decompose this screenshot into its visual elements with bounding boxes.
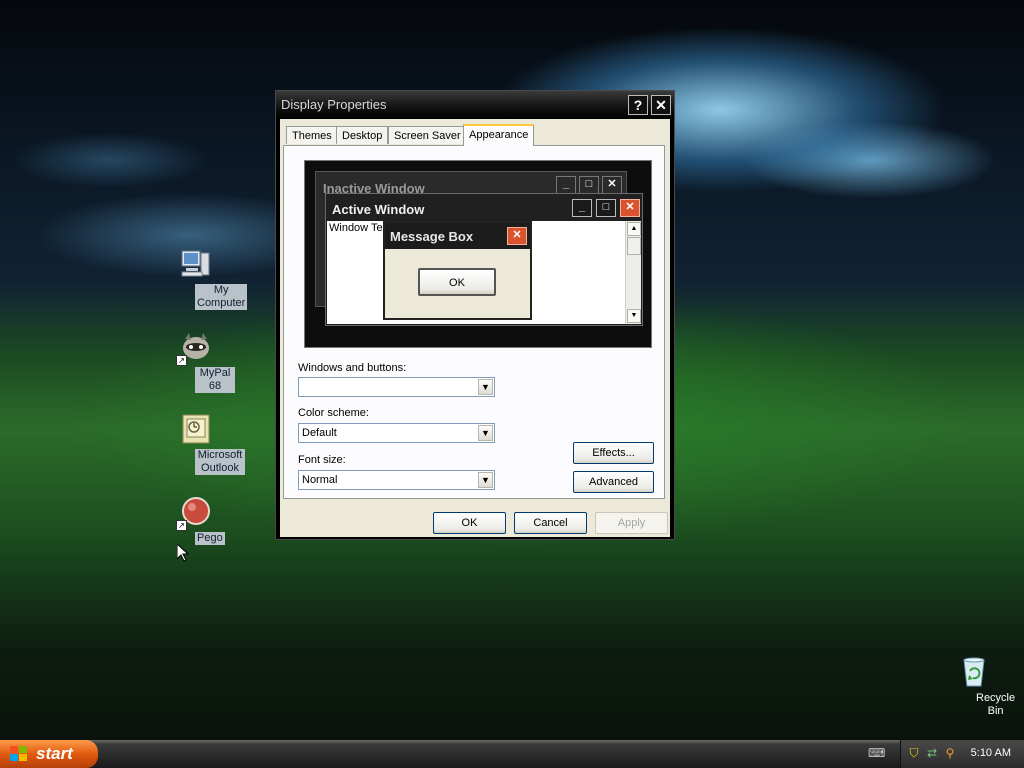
font-size-value: Normal [302,474,338,486]
shortcut-arrow-icon: ↗ [176,520,187,531]
raccoon-icon: ↗ [176,330,212,366]
preview-scrollbar: ▲ ▼ [625,221,641,324]
effects-button[interactable]: Effects... [573,442,654,464]
mouse-cursor-icon [177,544,189,562]
apply-button[interactable]: Apply [595,512,668,534]
color-scheme-label: Color scheme: [298,407,369,419]
scroll-up-icon: ▲ [627,222,641,236]
windows-logo-icon [10,746,28,762]
ok-button[interactable]: OK [433,512,506,534]
color-scheme-value: Default [302,427,337,439]
title-bar[interactable]: Display Properties ? ✕ [276,91,674,119]
clock[interactable]: 5:10 AM [971,747,1011,759]
chevron-down-icon[interactable]: ▼ [478,425,493,441]
recycle-bin-icon [957,655,991,689]
appearance-panel: Inactive Window _ □ ✕ Active Window _ □ … [283,145,665,499]
search-icon[interactable]: ⚲ [943,746,957,760]
close-icon: ✕ [602,176,622,194]
windows-buttons-select[interactable]: ▼ [298,377,495,397]
tab-desktop[interactable]: Desktop [336,126,389,144]
help-button[interactable]: ? [628,95,648,115]
close-button[interactable]: ✕ [651,95,671,115]
taskbar: start ⌨ ⛉ ⇄ ⚲ 5:10 AM [0,740,1024,768]
pego-icon: ↗ [176,495,212,531]
scroll-thumb [627,237,641,255]
desktop-icon-label: Recycle Bin [976,692,1016,717]
window-title: Display Properties [281,97,387,112]
start-button[interactable]: start [0,740,98,768]
preview-ok-button: OK [418,268,496,296]
cancel-button[interactable]: Cancel [514,512,587,534]
chevron-down-icon[interactable]: ▼ [478,472,493,488]
desktop-icon-label: MyPal 68 [195,367,235,393]
desktop-icon-label: Microsoft Outlook [195,449,245,475]
font-size-label: Font size: [298,454,346,466]
display-properties-window: Display Properties ? ✕ Themes Desktop Sc… [275,90,675,540]
computer-icon [178,247,212,281]
start-label: start [36,744,73,763]
appearance-preview: Inactive Window _ □ ✕ Active Window _ □ … [304,160,652,348]
preview-window-text: Window Text [329,222,392,234]
close-icon: ✕ [507,227,527,245]
color-scheme-select[interactable]: Default ▼ [298,423,495,443]
close-icon: ✕ [620,199,640,217]
desktop-icon-recycle-bin[interactable]: Recycle Bin [934,655,1015,717]
shortcut-arrow-icon: ↗ [176,355,187,366]
font-size-select[interactable]: Normal ▼ [298,470,495,490]
preview-message-title: Message Box [390,229,474,244]
tab-screen-saver[interactable]: Screen Saver [388,126,467,144]
system-tray: ⛉ ⇄ ⚲ 5:10 AM [900,740,1024,768]
preview-active-title: Active Window [332,202,425,217]
security-shield-icon[interactable]: ⛉ [907,746,921,760]
desktop-icon-outlook[interactable]: Microsoft Outlook [155,412,245,475]
outlook-icon [178,412,212,446]
maximize-icon: □ [579,176,599,194]
desktop-icon-label: Pego [195,532,225,545]
dialog-client-area: Themes Desktop Screen Saver Appearance I… [280,119,670,537]
scroll-down-icon: ▼ [627,309,641,323]
network-icon[interactable]: ⇄ [925,746,939,760]
desktop-icon-mypal[interactable]: ↗ MyPal 68 [155,330,235,393]
desktop-icon-label: My Computer [195,284,248,310]
advanced-button[interactable]: Advanced [573,471,654,493]
windows-buttons-label: Windows and buttons: [298,362,407,374]
maximize-icon: □ [596,199,616,217]
minimize-icon: _ [572,199,592,217]
minimize-icon: _ [556,176,576,194]
tab-appearance[interactable]: Appearance [463,124,535,146]
keyboard-icon[interactable]: ⌨ [868,746,885,760]
preview-message-box: Message Box ✕ OK [383,221,532,320]
desktop-icon-my-computer[interactable]: My Computer [155,247,248,310]
tab-themes[interactable]: Themes [286,126,338,144]
preview-message-titlebar: Message Box ✕ [385,223,530,249]
chevron-down-icon[interactable]: ▼ [478,379,493,395]
desktop-icon-pego[interactable]: ↗ Pego [155,495,235,545]
